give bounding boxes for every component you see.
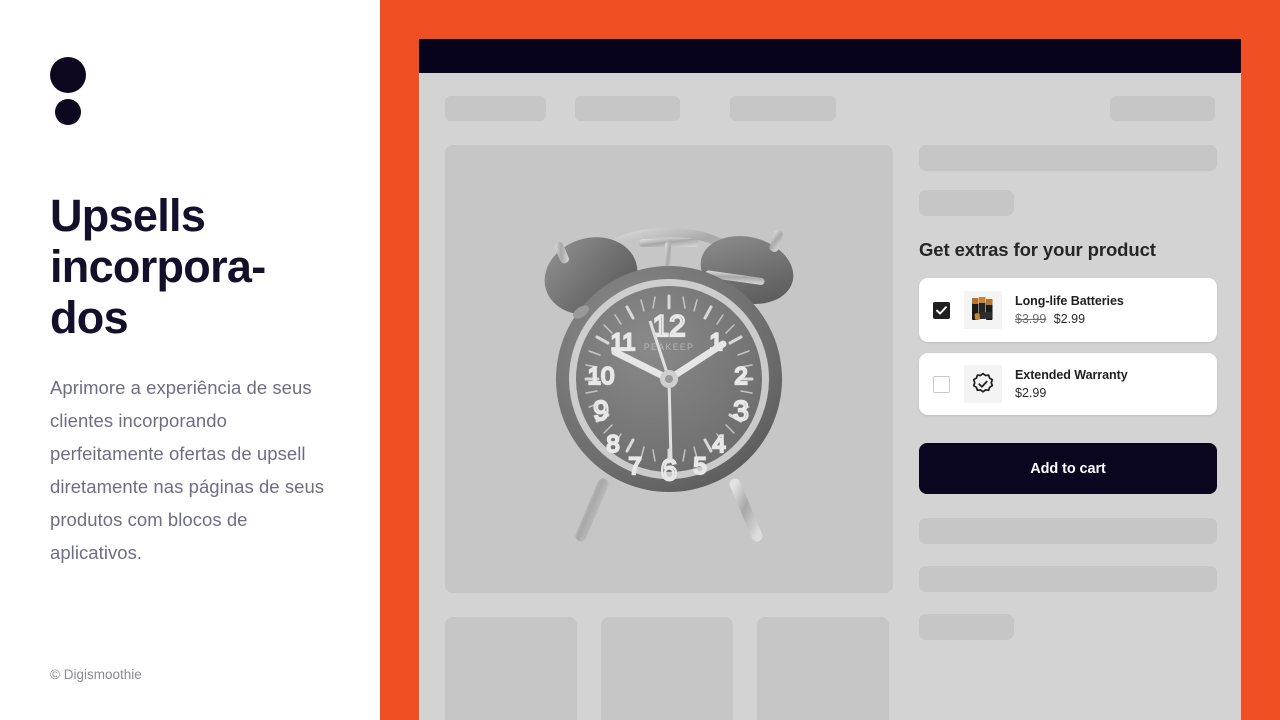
offer-text-batteries: Long-life Batteries $3.99 $2.99	[1015, 293, 1203, 328]
storefront-mockup: 12 1 2 3 4 5 6 7 8 9 10 11 PEAKEEP Get e…	[419, 39, 1241, 720]
svg-text:3: 3	[733, 395, 749, 426]
mock-announcement-bar	[419, 39, 1241, 73]
upsell-heading: Get extras for your product	[919, 239, 1156, 260]
offer-price-current: $2.99	[1015, 385, 1047, 400]
page-description: Aprimore a experiência de seus clientes …	[50, 377, 325, 563]
svg-text:4: 4	[712, 431, 725, 458]
svg-text:6: 6	[661, 454, 678, 487]
offer-name: Long-life Batteries	[1015, 293, 1124, 308]
svg-text:8: 8	[606, 431, 619, 458]
product-price-placeholder	[919, 190, 1014, 216]
add-to-cart-button[interactable]: Add to cart	[919, 443, 1217, 494]
svg-text:9: 9	[593, 395, 609, 426]
offer-checkbox-warranty[interactable]	[933, 375, 950, 393]
product-thumbnail-row	[445, 617, 889, 720]
thumbnail-placeholder-1[interactable]	[445, 617, 577, 720]
product-detail-column: Get extras for your product Long-life Ba…	[919, 145, 1217, 640]
offer-price-current: $2.99	[1053, 311, 1086, 326]
clock-brand-text: PEAKEEP	[644, 342, 694, 352]
offer-price-row: $3.99 $2.99	[1015, 311, 1203, 328]
offer-text-warranty: Extended Warranty $2.99	[1015, 367, 1203, 402]
logo-dot-small	[55, 99, 81, 125]
svg-text:7: 7	[628, 453, 641, 480]
offer-price-original: $3.99	[1015, 311, 1047, 326]
offer-checkbox-batteries[interactable]	[933, 301, 950, 319]
offer-name: Extended Warranty	[1015, 367, 1128, 382]
alarm-clock-illustration: 12 1 2 3 4 5 6 7 8 9 10 11 PEAKEEP	[519, 184, 819, 554]
mock-navigation-bar	[445, 96, 1215, 121]
svg-text:12: 12	[652, 310, 685, 343]
nav-placeholder-3	[730, 96, 836, 121]
nav-placeholder-2	[575, 96, 680, 121]
svg-text:5: 5	[693, 453, 706, 480]
copyright-footer: © Digismoothie	[50, 667, 142, 682]
verified-badge-icon	[972, 372, 994, 393]
left-info-panel: Upsells incorpora- dos Aprimore a experi…	[0, 0, 380, 720]
product-image[interactable]: 12 1 2 3 4 5 6 7 8 9 10 11 PEAKEEP	[445, 145, 893, 593]
description-placeholder-3	[919, 614, 1014, 640]
battery-pack-icon	[972, 297, 993, 320]
upsell-offer-card-batteries[interactable]: Long-life Batteries $3.99 $2.99	[919, 278, 1217, 342]
product-title-placeholder	[919, 145, 1217, 171]
description-placeholder-1	[919, 518, 1217, 544]
thumbnail-placeholder-2[interactable]	[601, 617, 733, 720]
checkmark-icon	[936, 305, 947, 315]
nav-placeholder-1	[445, 96, 546, 121]
accent-showcase-panel: 12 1 2 3 4 5 6 7 8 9 10 11 PEAKEEP Get e…	[380, 0, 1280, 720]
thumbnail-placeholder-3[interactable]	[757, 617, 889, 720]
two-dots-logo-icon	[50, 57, 90, 125]
alarm-clock-svg: 12 1 2 3 4 5 6 7 8 9 10 11 PEAKEEP	[544, 227, 794, 542]
description-placeholder-2	[919, 566, 1217, 592]
verified-badge-image	[964, 365, 1002, 403]
upsell-offer-card-warranty[interactable]: Extended Warranty $2.99	[919, 353, 1217, 415]
battery-pack-image	[964, 291, 1002, 329]
nav-placeholder-4	[1110, 96, 1215, 121]
svg-text:10: 10	[588, 363, 615, 390]
svg-text:2: 2	[734, 363, 747, 390]
logo-dot-large	[50, 57, 86, 93]
page-title: Upsells incorpora- dos	[50, 190, 266, 343]
offer-price-row: $2.99	[1015, 385, 1203, 402]
